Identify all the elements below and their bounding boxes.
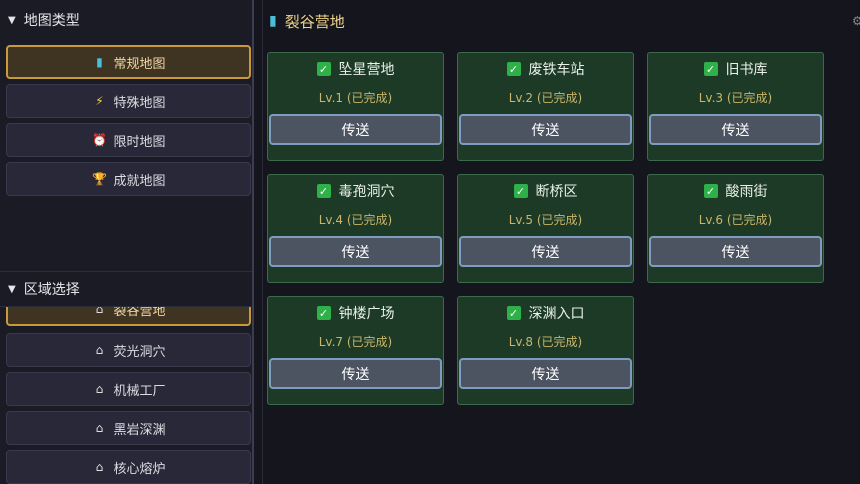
stage-level: Lv.4 (已完成): [318, 213, 393, 227]
checkbox-icon: ✓: [316, 62, 331, 76]
stage-card: ✓ 断桥区 Lv.5 (已完成) 传送: [457, 174, 634, 283]
settings-icon[interactable]: ⚙: [852, 14, 860, 28]
stage-title: ✓ 钟楼广场: [268, 303, 443, 323]
checkbox-icon: ✓: [506, 62, 521, 76]
stage-card: ✓ 毒孢洞穴 Lv.4 (已完成) 传送: [267, 174, 444, 283]
teleport-button[interactable]: 传送: [459, 236, 632, 267]
stage-title: ✓ 废铁车站: [458, 59, 633, 79]
stage-name: 酸雨街: [725, 184, 768, 200]
map-sidebar: ▼ 地图类型 ▮ 常规地图 ⚡ 特殊地图 ⏰ 限时地图 🏆 成就地图 ▼ 区域选…: [0, 0, 254, 484]
teleport-button[interactable]: 传送: [269, 236, 442, 267]
teleport-button[interactable]: 传送: [649, 114, 822, 145]
house-icon: ⌂: [95, 307, 104, 316]
checkbox-icon: ✓: [506, 306, 521, 320]
map-type-header[interactable]: ▼ 地图类型: [0, 2, 252, 38]
checkbox-icon: ✓: [513, 184, 528, 198]
stage-level: Lv.2 (已完成): [508, 91, 583, 105]
region-select-header-label: 区域选择: [23, 282, 80, 298]
teleport-button[interactable]: 传送: [459, 114, 632, 145]
panel-divider: [262, 0, 263, 484]
checkbox-icon: ✓: [703, 62, 718, 76]
stage-name: 旧书库: [725, 62, 768, 78]
stage-name: 钟楼广场: [338, 306, 395, 322]
lightning-icon: ⚡: [95, 94, 104, 108]
region-select-header[interactable]: ▼ 区域选择: [0, 271, 252, 307]
collapse-triangle-icon: ▼: [8, 14, 16, 26]
map-type-regular-button[interactable]: ▮ 常规地图: [6, 45, 251, 79]
teleport-button[interactable]: 传送: [649, 236, 822, 267]
stage-name: 废铁车站: [528, 62, 585, 78]
stage-card: ✓ 深渊入口 Lv.8 (已完成) 传送: [457, 296, 634, 405]
region-label: 裂谷营地: [113, 307, 166, 319]
stage-card: ✓ 酸雨街 Lv.6 (已完成) 传送: [647, 174, 824, 283]
region-label: 荧光洞穴: [113, 344, 166, 360]
teleport-button[interactable]: 传送: [269, 114, 442, 145]
stage-title: ✓ 旧书库: [648, 59, 823, 79]
region-list[interactable]: ⌂ 裂谷营地 ⌂ 荧光洞穴 ⌂ 机械工厂 ⌂ 黑岩深渊 ⌂ 核心熔炉: [0, 307, 254, 484]
house-icon: ⌂: [95, 343, 104, 357]
region-machine-factory-button[interactable]: ⌂ 机械工厂: [6, 372, 251, 406]
house-icon: ⌂: [95, 421, 104, 435]
stage-level: Lv.7 (已完成): [318, 335, 393, 349]
house-icon: ⌂: [95, 382, 104, 396]
stage-name: 深渊入口: [528, 306, 585, 322]
book-icon: ▮: [96, 55, 103, 69]
region-glow-cave-button[interactable]: ⌂ 荧光洞穴: [6, 333, 251, 367]
region-label: 核心熔炉: [113, 461, 166, 477]
region-label: 机械工厂: [113, 383, 166, 399]
checkbox-icon: ✓: [316, 184, 331, 198]
stage-title: ✓ 断桥区: [458, 181, 633, 201]
map-type-label: 限时地图: [113, 134, 166, 150]
stage-card: ✓ 钟楼广场 Lv.7 (已完成) 传送: [267, 296, 444, 405]
map-type-limited-button[interactable]: ⏰ 限时地图: [6, 123, 251, 157]
stage-card: ✓ 废铁车站 Lv.2 (已完成) 传送: [457, 52, 634, 161]
teleport-button[interactable]: 传送: [459, 358, 632, 389]
checkbox-icon: ✓: [316, 306, 331, 320]
checkbox-icon: ✓: [703, 184, 718, 198]
stage-level: Lv.1 (已完成): [318, 91, 393, 105]
stage-title: ✓ 深渊入口: [458, 303, 633, 323]
map-type-label: 特殊地图: [113, 95, 166, 111]
book-icon: ▮: [269, 13, 277, 29]
alarm-clock-icon: ⏰: [92, 133, 107, 147]
stage-level: Lv.3 (已完成): [698, 91, 773, 105]
stage-level: Lv.6 (已完成): [698, 213, 773, 227]
house-icon: ⌂: [95, 460, 104, 474]
stage-name: 毒孢洞穴: [338, 184, 395, 200]
teleport-button[interactable]: 传送: [269, 358, 442, 389]
stage-title: ✓ 酸雨街: [648, 181, 823, 201]
stage-title: ✓ 毒孢洞穴: [268, 181, 443, 201]
region-core-furnace-button[interactable]: ⌂ 核心熔炉: [6, 450, 251, 484]
map-type-label: 成就地图: [113, 173, 166, 189]
region-label: 黑岩深渊: [113, 422, 166, 438]
region-rift-camp-button[interactable]: ⌂ 裂谷营地: [6, 307, 251, 326]
map-type-header-label: 地图类型: [23, 13, 80, 29]
page-title: ▮ 裂谷营地: [269, 10, 345, 32]
map-type-label: 常规地图: [113, 56, 166, 72]
region-black-rock-abyss-button[interactable]: ⌂ 黑岩深渊: [6, 411, 251, 445]
stage-name: 断桥区: [535, 184, 578, 200]
page-title-text: 裂谷营地: [284, 12, 345, 31]
stage-name: 坠星营地: [338, 62, 395, 78]
map-type-achievement-button[interactable]: 🏆 成就地图: [6, 162, 251, 196]
stage-level: Lv.5 (已完成): [508, 213, 583, 227]
stage-card: ✓ 坠星营地 Lv.1 (已完成) 传送: [267, 52, 444, 161]
map-type-special-button[interactable]: ⚡ 特殊地图: [6, 84, 251, 118]
trophy-icon: 🏆: [92, 172, 107, 186]
collapse-triangle-icon: ▼: [8, 283, 16, 295]
stage-title: ✓ 坠星营地: [268, 59, 443, 79]
stage-card: ✓ 旧书库 Lv.3 (已完成) 传送: [647, 52, 824, 161]
stage-level: Lv.8 (已完成): [508, 335, 583, 349]
